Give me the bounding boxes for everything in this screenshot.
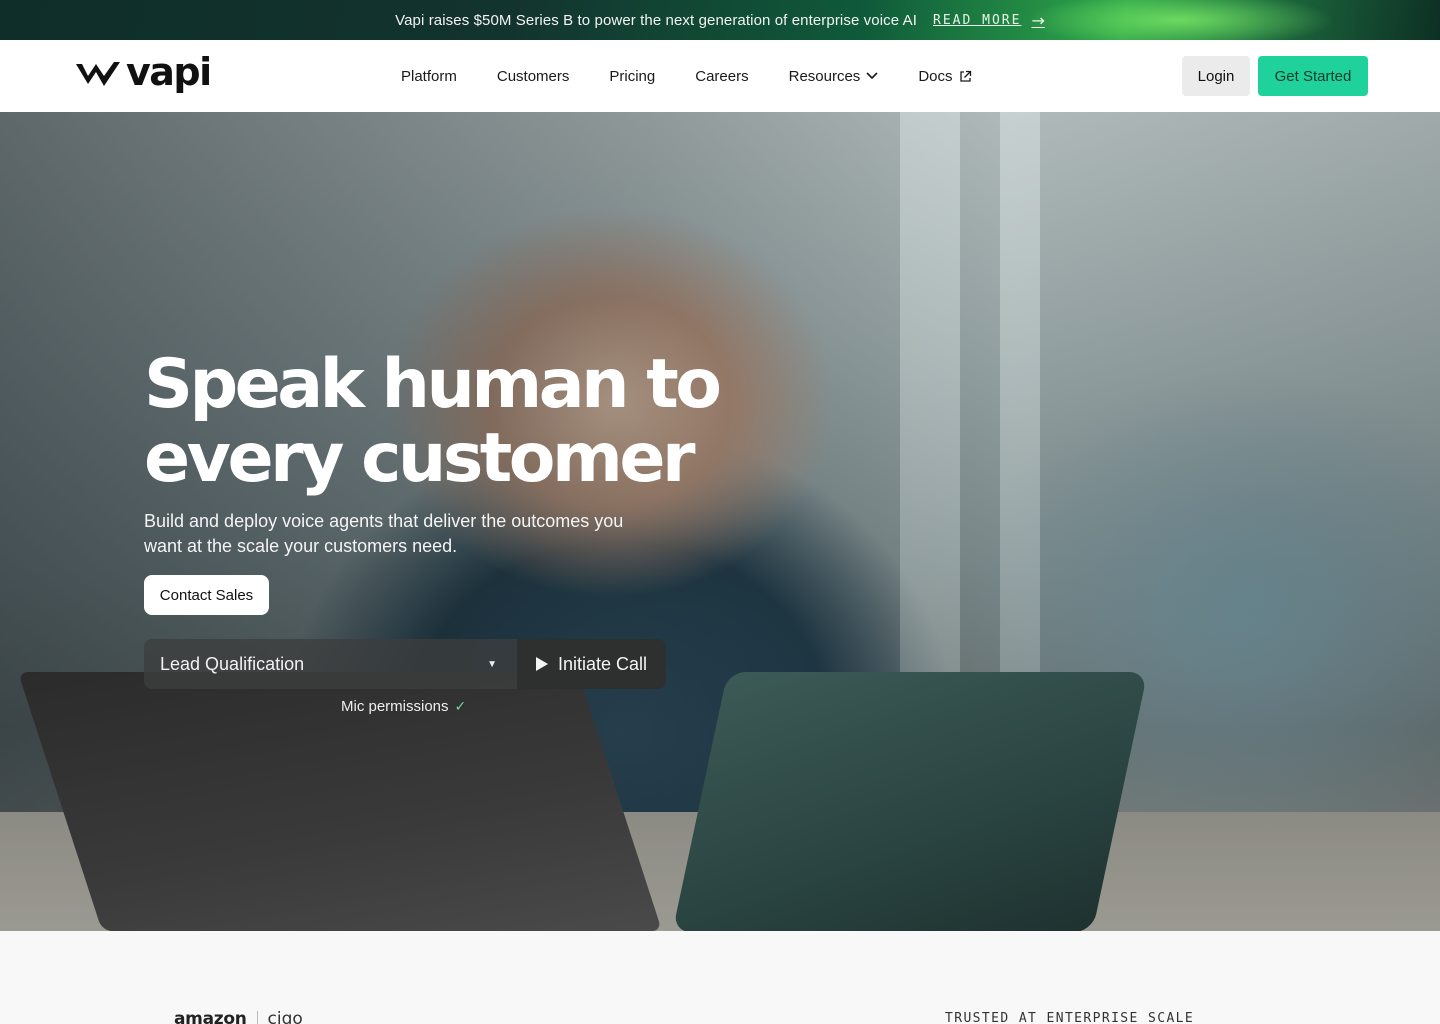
contact-sales-button[interactable]: Contact Sales bbox=[144, 575, 269, 615]
vapi-logo-mark-icon bbox=[76, 62, 120, 86]
initiate-call-label: Initiate Call bbox=[557, 653, 648, 674]
nav-item-label: Customers bbox=[496, 67, 570, 85]
check-icon: ✓ bbox=[454, 698, 467, 714]
logo-wordmark: vapi bbox=[126, 50, 212, 94]
customer-logos: amazon cigo bbox=[174, 1009, 303, 1024]
nav-item-pricing[interactable]: Pricing bbox=[609, 68, 655, 85]
use-case-select-value: Lead Qualification bbox=[160, 653, 305, 674]
hero-headline-line1: Speak human to bbox=[144, 345, 722, 424]
chevron-down-icon bbox=[866, 72, 878, 80]
nav-item-customers[interactable]: Customers bbox=[497, 68, 570, 85]
nav-item-resources[interactable]: Resources bbox=[789, 68, 879, 85]
nav-item-label: Careers bbox=[695, 67, 749, 85]
hero-headline-line2: every customer bbox=[144, 419, 696, 498]
initiate-call-button[interactable]: Initiate Call bbox=[517, 639, 666, 689]
arrow-right-icon: → bbox=[1031, 10, 1045, 30]
hero-background-laptop bbox=[17, 672, 663, 931]
read-more-link[interactable]: READ MORE → bbox=[933, 11, 1045, 30]
nav-item-label: Resources bbox=[788, 67, 861, 85]
hero-background-tablet bbox=[672, 672, 1148, 931]
nav-item-docs[interactable]: Docs bbox=[918, 68, 971, 85]
hero-section: Speak human to every customer Build and … bbox=[0, 112, 1440, 931]
login-button[interactable]: Login bbox=[1182, 56, 1250, 96]
nav-item-label: Docs bbox=[918, 67, 953, 85]
external-link-icon bbox=[959, 70, 971, 82]
call-widget: Lead Qualification ▼ Initiate Call bbox=[144, 639, 666, 689]
use-case-select[interactable]: Lead Qualification ▼ bbox=[144, 639, 517, 689]
play-icon bbox=[535, 657, 548, 671]
hero-headline: Speak human to every customer bbox=[144, 348, 764, 496]
cigo-logo: cigo bbox=[267, 1009, 303, 1024]
trusted-section: amazon cigo TRUSTED AT ENTERPRISE SCALE bbox=[0, 931, 1440, 1024]
nav-item-label: Pricing bbox=[609, 67, 656, 85]
nav-item-careers[interactable]: Careers bbox=[695, 68, 748, 85]
nav-item-label: Platform bbox=[401, 67, 457, 85]
mic-permissions-status: Mic permissions ✓ bbox=[341, 698, 466, 715]
caret-down-icon: ▼ bbox=[487, 658, 497, 670]
announcement-bar: Vapi raises $50M Series B to power the n… bbox=[0, 0, 1440, 40]
amazon-logo: amazon bbox=[174, 1009, 247, 1024]
main-menu: Platform Customers Pricing Careers Resou… bbox=[401, 40, 972, 112]
vapi-logo[interactable]: vapi bbox=[74, 50, 212, 94]
mic-permissions-label: Mic permissions bbox=[341, 698, 449, 715]
nav-item-platform[interactable]: Platform bbox=[401, 68, 457, 85]
hero-subtitle: Build and deploy voice agents that deliv… bbox=[144, 511, 624, 556]
get-started-button[interactable]: Get Started bbox=[1258, 56, 1368, 96]
logo-divider bbox=[256, 1011, 258, 1024]
trusted-label: TRUSTED AT ENTERPRISE SCALE bbox=[945, 1011, 1195, 1024]
announcement-message: Vapi raises $50M Series B to power the n… bbox=[395, 11, 917, 29]
read-more-label: READ MORE bbox=[933, 12, 1022, 28]
top-nav: vapi Platform Customers Pricing Careers … bbox=[0, 40, 1440, 112]
